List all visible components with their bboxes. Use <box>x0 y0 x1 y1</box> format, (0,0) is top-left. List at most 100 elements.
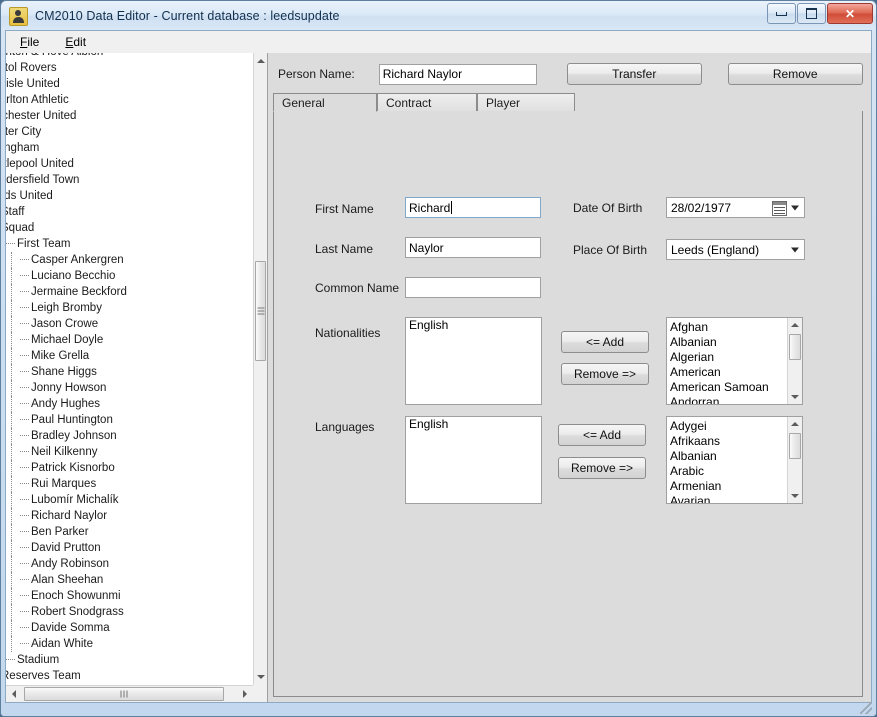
tree-node-michael-doyle[interactable]: Michael Doyle <box>6 332 253 348</box>
tree-node-robert-snodgrass[interactable]: Robert Snodgrass <box>6 604 253 620</box>
tree-viewport[interactable]: Brighton & Hove AlbionBristol RoversCarl… <box>6 53 253 685</box>
tree-node-leigh-bromby[interactable]: Leigh Bromby <box>6 300 253 316</box>
chevron-down-icon[interactable] <box>791 247 799 252</box>
nationalities-scrollbar[interactable] <box>787 318 802 404</box>
tree-node-aidan-white[interactable]: Aidan White <box>6 636 253 652</box>
pob-select[interactable]: Leeds (England) <box>666 239 805 260</box>
tree-node-paul-huntington[interactable]: Paul Huntington <box>6 412 253 428</box>
tree-node-jermaine-beckford[interactable]: Jermaine Beckford <box>6 284 253 300</box>
tree-node-luciano-becchio[interactable]: Luciano Becchio <box>6 268 253 284</box>
resize-grip[interactable] <box>860 702 872 714</box>
list-item[interactable]: American Samoan <box>667 380 787 395</box>
tree-node-hartlepool-united[interactable]: Hartlepool United <box>6 156 253 172</box>
tree-node-leeds-united[interactable]: Leeds United <box>6 188 253 204</box>
tree-node-exeter-city[interactable]: Exeter City <box>6 124 253 140</box>
tree-node-bristol-rovers[interactable]: Bristol Rovers <box>6 60 253 76</box>
scrollbar-thumb[interactable] <box>789 334 801 360</box>
person-name-input[interactable]: Richard Naylor <box>379 64 537 85</box>
close-button[interactable]: ✕ <box>827 3 873 24</box>
scroll-down-button[interactable] <box>788 390 802 404</box>
tree-node-neil-kilkenny[interactable]: Neil Kilkenny <box>6 444 253 460</box>
scroll-up-button[interactable] <box>788 417 802 431</box>
tree-node-shane-higgs[interactable]: Shane Higgs <box>6 364 253 380</box>
languages-available-list[interactable]: AdygeiAfrikaansAlbanianArabicArmenianAva… <box>666 416 803 504</box>
transfer-button[interactable]: Transfer <box>567 63 702 85</box>
tree-node-colchester-united[interactable]: Colchester United <box>6 108 253 124</box>
tree-node-david-prutton[interactable]: David Prutton <box>6 540 253 556</box>
tree-scrollbar-thumb[interactable] <box>255 261 266 361</box>
maximize-button[interactable] <box>797 3 826 24</box>
tree-node-ben-parker[interactable]: Ben Parker <box>6 524 253 540</box>
list-item[interactable]: American <box>667 365 787 380</box>
menu-edit[interactable]: Edit <box>65 35 86 49</box>
scroll-down-button[interactable] <box>254 669 267 685</box>
tree-node-huddersfield-town[interactable]: Huddersfield Town <box>6 172 253 188</box>
tree-node-bradley-johnson[interactable]: Bradley Johnson <box>6 428 253 444</box>
chevron-down-icon[interactable] <box>791 205 799 210</box>
scroll-down-button[interactable] <box>788 489 802 503</box>
tree-node-stadium[interactable]: Stadium <box>6 652 253 668</box>
nationalities-selected-list[interactable]: English <box>405 317 542 405</box>
scrollbar-thumb[interactable] <box>789 433 801 459</box>
languages-selected-list[interactable]: English <box>405 416 542 504</box>
nationalities-available-list[interactable]: AfghanAlbanianAlgerianAmericanAmerican S… <box>666 317 803 405</box>
scroll-up-button[interactable] <box>788 318 802 332</box>
list-item[interactable]: Arabic <box>667 464 787 479</box>
scroll-up-button[interactable] <box>254 53 267 69</box>
tree-node-brighton-hove-albion[interactable]: Brighton & Hove Albion <box>6 53 253 60</box>
tree-node-gillingham[interactable]: Gillingham <box>6 140 253 156</box>
add-nationality-button[interactable]: <= Add <box>561 331 649 353</box>
list-item[interactable]: English <box>406 417 541 432</box>
tree-node-alan-sheehan[interactable]: Alan Sheehan <box>6 572 253 588</box>
tree-node-andy-robinson[interactable]: Andy Robinson <box>6 556 253 572</box>
last-name-input[interactable]: Naylor <box>405 237 541 258</box>
tree-node-carlisle-united[interactable]: Carlisle United <box>6 76 253 92</box>
first-name-input[interactable]: Richard <box>405 197 541 218</box>
list-item[interactable]: English <box>406 318 541 333</box>
list-item[interactable]: Andorran <box>667 395 787 405</box>
tab-contract[interactable]: Contract <box>377 93 477 112</box>
tree-horizontal-scrollbar[interactable] <box>6 685 253 702</box>
tree-node-casper-ankergren[interactable]: Casper Ankergren <box>6 252 253 268</box>
list-item[interactable]: Algerian <box>667 350 787 365</box>
tree-node-first-team[interactable]: First Team <box>6 236 253 252</box>
list-item[interactable]: Albanian <box>667 335 787 350</box>
common-name-input[interactable] <box>405 277 541 298</box>
tree-node-andy-hughes[interactable]: Andy Hughes <box>6 396 253 412</box>
scroll-left-button[interactable] <box>6 686 22 702</box>
list-item[interactable]: Afghan <box>667 320 787 335</box>
menu-file[interactable]: File <box>20 35 39 49</box>
tree-node-davide-somma[interactable]: Davide Somma <box>6 620 253 636</box>
list-item[interactable]: Adygei <box>667 419 787 434</box>
dob-input[interactable]: 28/02/1977 <box>666 197 805 218</box>
remove-nationality-button[interactable]: Remove => <box>561 363 649 385</box>
calendar-icon[interactable] <box>772 201 787 216</box>
list-item[interactable]: Armenian <box>667 479 787 494</box>
tree-hscrollbar-thumb[interactable] <box>24 687 224 701</box>
tree-node-jonny-howson[interactable]: Jonny Howson <box>6 380 253 396</box>
tab-general[interactable]: General <box>273 93 377 112</box>
tree-node-rui-marques[interactable]: Rui Marques <box>6 476 253 492</box>
scroll-right-button[interactable] <box>237 686 253 702</box>
tree-node-enoch-showunmi[interactable]: Enoch Showunmi <box>6 588 253 604</box>
tree-node-squad[interactable]: Squad <box>6 220 253 236</box>
tree-node-mike-grella[interactable]: Mike Grella <box>6 348 253 364</box>
tree-node-staff[interactable]: Staff <box>6 204 253 220</box>
list-item[interactable]: Afrikaans <box>667 434 787 449</box>
remove-language-button[interactable]: Remove => <box>558 457 646 479</box>
tab-player[interactable]: Player <box>477 93 575 112</box>
minimize-button[interactable] <box>767 3 796 24</box>
remove-button[interactable]: Remove <box>728 63 863 85</box>
tree-node-richard-naylor[interactable]: Richard Naylor <box>6 508 253 524</box>
tree-node-jason-crowe[interactable]: Jason Crowe <box>6 316 253 332</box>
tree-node-charlton-athletic[interactable]: Charlton Athletic <box>6 92 253 108</box>
languages-scrollbar[interactable] <box>787 417 802 503</box>
tree-node-lubom-r-michal-k[interactable]: Lubomír Michalík <box>6 492 253 508</box>
tree-dash-connector <box>6 243 15 245</box>
tree-node-reserves-team[interactable]: Reserves Team <box>6 668 253 684</box>
list-item[interactable]: Albanian <box>667 449 787 464</box>
list-item[interactable]: Avarian <box>667 494 787 504</box>
tree-node-patrick-kisnorbo[interactable]: Patrick Kisnorbo <box>6 460 253 476</box>
tree-vertical-scrollbar[interactable] <box>253 53 267 685</box>
add-language-button[interactable]: <= Add <box>558 424 646 446</box>
